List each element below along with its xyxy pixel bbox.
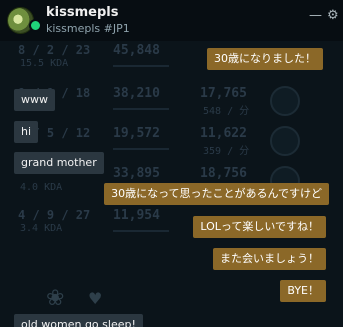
gear-icon[interactable]: ⚙ bbox=[327, 9, 339, 22]
cs: 18,756 bbox=[200, 166, 247, 181]
message-outgoing: LOLって楽しいですね！ bbox=[193, 216, 326, 238]
damage-bar bbox=[113, 108, 169, 110]
message-incoming: old women go sleep! bbox=[14, 314, 143, 327]
message-incoming: hi bbox=[14, 121, 39, 143]
riot-id: kissmepls #JP1 bbox=[46, 22, 130, 35]
message-outgoing: 30歳になって思ったことがあるんですけど bbox=[104, 183, 329, 205]
message-outgoing: BYE！ bbox=[280, 280, 326, 302]
damage-bar bbox=[113, 148, 169, 150]
chat-window: kissmepls kissmepls #JP1 — ⚙ 8 / 2 / 23 … bbox=[0, 0, 343, 327]
message-outgoing: また会いましょう！ bbox=[213, 248, 326, 270]
gold: 19,572 bbox=[113, 126, 160, 141]
damage-bar bbox=[113, 65, 169, 67]
kda: 8 / 2 / 23 bbox=[18, 43, 91, 57]
cs-per-min: 359 / 分 bbox=[203, 146, 250, 157]
message-incoming: grand mother bbox=[14, 152, 104, 174]
gold: 11,954 bbox=[113, 208, 160, 223]
gold: 45,848 bbox=[113, 43, 160, 58]
gold: 38,210 bbox=[113, 86, 160, 101]
username: kissmepls bbox=[46, 5, 119, 20]
champion-icon bbox=[270, 86, 300, 116]
emblem-icon: ❀ bbox=[46, 286, 65, 311]
damage-bar bbox=[113, 230, 169, 232]
kda-ratio: 15.5 KDA bbox=[20, 58, 69, 69]
minimize-icon[interactable]: — bbox=[309, 9, 322, 22]
message-incoming: www bbox=[14, 89, 55, 111]
cs-per-min: 548 / 分 bbox=[203, 106, 250, 117]
cs: 17,765 bbox=[200, 86, 247, 101]
champion-icon bbox=[270, 126, 300, 156]
kda-ratio: 4.0 KDA bbox=[20, 182, 63, 193]
chat-header: kissmepls kissmepls #JP1 — ⚙ bbox=[0, 0, 343, 41]
kda: 4 / 9 / 27 bbox=[18, 208, 91, 222]
cs: 11,622 bbox=[200, 126, 247, 141]
heart-icon: ♥ bbox=[88, 289, 103, 308]
online-status-icon bbox=[29, 19, 42, 32]
gold: 33,895 bbox=[113, 166, 160, 181]
message-outgoing: 30歳になりました！ bbox=[207, 48, 323, 70]
kda-ratio: 3.4 KDA bbox=[20, 223, 63, 234]
